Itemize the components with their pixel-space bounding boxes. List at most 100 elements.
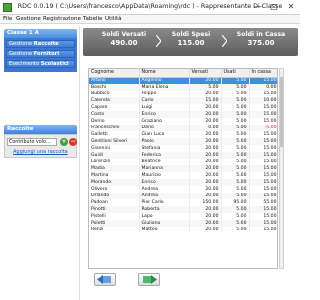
scroll-thumb[interactable] xyxy=(280,77,283,147)
table-cell: 55.00 xyxy=(249,199,277,207)
table-row[interactable]: Madia Marianna 20.00 5.00 15.00 xyxy=(89,165,277,173)
class-panel-title[interactable]: Classe 1 A xyxy=(4,29,77,38)
table-row[interactable]: Renzi Matteo 20.00 5.00 15.00 xyxy=(89,226,277,234)
table-cell: 5.00 xyxy=(221,124,250,132)
table-cell: 5.00 xyxy=(221,158,250,166)
table-row[interactable]: Delrio Graziano 20.00 5.00 15.00 xyxy=(89,117,277,125)
table-row[interactable]: Guidi Federica 20.00 5.00 15.00 xyxy=(89,151,277,159)
table-cell: 15.00 xyxy=(249,138,277,145)
table-row[interactable]: Olivero Andrea 20.00 5.00 15.00 xyxy=(89,185,277,193)
table-cell: 0.00 xyxy=(249,83,277,91)
table-cell: 15.00 xyxy=(249,110,277,118)
minimize-button[interactable]: — xyxy=(252,2,264,12)
table-cell: 5.00 xyxy=(221,138,250,145)
forward-button[interactable] xyxy=(138,273,160,286)
table-cell: 5.00 xyxy=(221,192,250,200)
table-cell: 5.00 xyxy=(221,104,250,111)
table-row[interactable]: Poletti Giuliano 20.00 5.00 15.00 xyxy=(89,219,277,227)
table-cell: Pistelli xyxy=(89,212,140,220)
table-cell: Angelino xyxy=(139,77,190,84)
raccolta-select[interactable]: Contributo volo... xyxy=(7,138,57,146)
back-button[interactable] xyxy=(94,273,116,286)
add-raccolta-icon[interactable]: + xyxy=(60,138,68,146)
table-cell: 20.00 xyxy=(189,117,222,125)
table-cell: 20.00 xyxy=(189,151,222,159)
maximize-button[interactable]: □ xyxy=(268,2,280,12)
scolastici-button[interactable]: Esecimento Scolastici xyxy=(6,60,75,68)
table-cell: 15.00 xyxy=(249,131,277,139)
table-cell: 20.00 xyxy=(189,144,222,152)
table-row[interactable]: Pistelli Lapo 20.00 5.00 15.00 xyxy=(89,212,277,220)
table-cell: Maria Elena xyxy=(139,83,190,91)
table-row[interactable]: Calenda Carlo 15.00 5.00 10.00 xyxy=(89,97,277,105)
table-cell: 5.00 xyxy=(221,165,250,173)
table-cell: 10.00 xyxy=(249,97,277,105)
table-cell: 20.00 xyxy=(189,138,222,145)
raccolte-panel: Contributo volo... + − Aggiungi una racc… xyxy=(4,134,77,158)
table-cell: Calenda xyxy=(89,97,140,105)
menu-gestione[interactable]: Gestione xyxy=(16,16,41,22)
table-row[interactable]: Franceschini Dario 0.00 5.00 -5.00 xyxy=(89,124,277,132)
table-cell: Enrico xyxy=(139,110,190,118)
remove-raccolta-icon[interactable]: − xyxy=(69,138,77,146)
table-cell: 15.00 xyxy=(249,90,277,98)
table-cell: Federica xyxy=(139,151,190,159)
gestione-fornitori-button[interactable]: Gestione Fornitori xyxy=(6,50,75,58)
table-cell: Lapo xyxy=(139,212,190,220)
menu-utilita[interactable]: Utilità xyxy=(105,16,122,22)
table-row[interactable]: Galletti Gian Luca 20.00 5.00 15.00 xyxy=(89,131,277,139)
table-cell: Orlando xyxy=(89,192,140,200)
table-cell: 5.00 xyxy=(221,117,250,125)
table-cell: 5.00 xyxy=(221,83,250,91)
table-cell: Poletti xyxy=(89,219,140,227)
table-cell: 15.00 xyxy=(249,117,277,125)
table-cell: 20.00 xyxy=(189,219,222,227)
table-cell: 15.00 xyxy=(249,226,277,234)
table-row[interactable]: Orlando Andrea 20.00 5.00 15.00 xyxy=(89,192,277,200)
table-cell: Costa xyxy=(89,110,140,118)
column-header-usati[interactable]: Usati xyxy=(221,69,250,78)
table-cell: Lorenzin xyxy=(89,158,140,166)
menu-bar: File Gestione Registrazione Tabelle Util… xyxy=(0,15,300,24)
column-header-in-cassa[interactable]: In cassa xyxy=(249,69,277,78)
menu-tabelle[interactable]: Tabelle xyxy=(83,16,102,22)
table-cell: Andrea xyxy=(139,185,190,193)
table-row[interactable]: Martina Maurizio 20.00 5.00 15.00 xyxy=(89,172,277,179)
table-cell: 5.00 xyxy=(221,178,250,186)
class-panel: Gestione Raccolte Gestione Fornitori Ese… xyxy=(4,38,77,72)
raccolte-panel-title[interactable]: Raccolte xyxy=(4,125,77,134)
gestione-raccolte-button[interactable]: Gestione Raccolte xyxy=(6,40,75,48)
table-row[interactable]: Lorenzin Beatrice 20.00 5.00 15.00 xyxy=(89,158,277,166)
column-header-versati[interactable]: Versati xyxy=(189,69,222,78)
menu-registrazione[interactable]: Registrazione xyxy=(43,16,81,22)
table-scrollbar[interactable] xyxy=(279,68,284,269)
table-cell: 15.00 xyxy=(249,206,277,213)
table-cell: Madia xyxy=(89,165,140,173)
table-row[interactable]: Padoan Pier Carlo 150.00 95.00 55.00 xyxy=(89,199,277,207)
table-cell: Renzi xyxy=(89,226,140,234)
table-cell: 20.00 xyxy=(189,212,222,220)
column-header-cognome[interactable]: Cognome xyxy=(89,69,140,78)
menu-file[interactable]: File xyxy=(3,16,12,22)
table-row[interactable]: Pinotti Roberta 20.00 5.00 15.00 xyxy=(89,206,277,213)
table-cell: Alfano xyxy=(89,77,140,84)
table-cell: 95.00 xyxy=(221,199,250,207)
table-row[interactable]: Gentiloni Silveri Paolo 20.00 5.00 15.00 xyxy=(89,138,277,145)
table-cell: Beatrice xyxy=(139,158,190,166)
table-cell: 5.00 xyxy=(221,151,250,159)
table-header: Cognome Nome Versati Usati In cassa xyxy=(89,69,277,78)
table-row[interactable]: Giannini Stefania 20.00 5.00 15.00 xyxy=(89,144,277,152)
table-cell: 15.00 xyxy=(249,165,277,173)
column-header-nome[interactable]: Nome xyxy=(139,69,190,78)
add-raccolta-link[interactable]: Aggiungi una raccolta xyxy=(13,149,68,155)
table-row[interactable]: Boschi Maria Elena 5.00 5.00 0.00 xyxy=(89,83,277,91)
table-row[interactable]: Caparo Luigi 20.00 5.00 15.00 xyxy=(89,104,277,111)
table-cell: Carlo xyxy=(139,97,190,105)
table-row[interactable]: Alfano Angelino 20.00 5.00 15.00 xyxy=(89,77,277,84)
table-cell: 20.00 xyxy=(189,206,222,213)
table-row[interactable]: Morando Enrico 20.00 5.00 15.00 xyxy=(89,178,277,186)
table-row[interactable]: Costa Enrico 20.00 5.00 15.00 xyxy=(89,110,277,118)
close-button[interactable]: ✕ xyxy=(285,2,297,12)
students-table: Cognome Nome Versati Usati In cassa Alfa… xyxy=(88,68,278,269)
table-row[interactable]: Bubbico Filippo 20.00 5.00 15.00 xyxy=(89,90,277,98)
